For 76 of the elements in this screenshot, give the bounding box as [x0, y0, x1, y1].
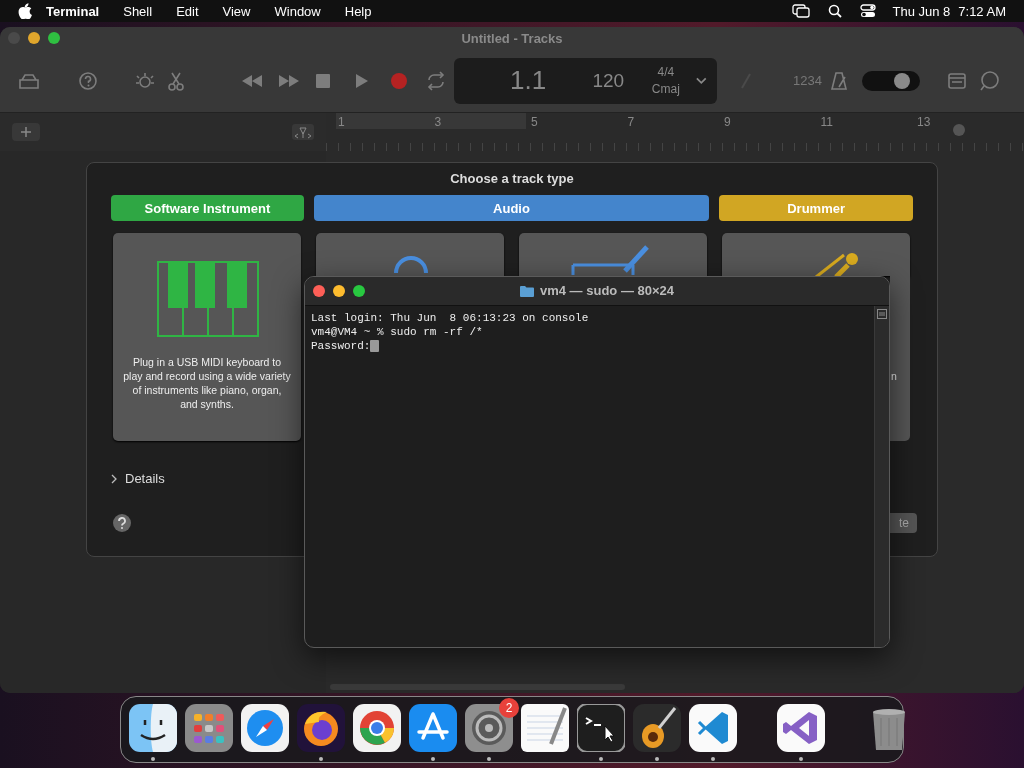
- terminal-line: vm4@VM4 ~ % sudo rm -rf /*: [311, 325, 483, 339]
- gear-icon[interactable]: [465, 704, 513, 752]
- text-cursor: [370, 340, 380, 352]
- details-disclosure[interactable]: Details: [125, 471, 165, 486]
- terminal-icon[interactable]: [577, 704, 625, 752]
- zoom-button[interactable]: [48, 32, 60, 44]
- bar-number: 9: [724, 115, 731, 129]
- browser-ring-icon[interactable]: [353, 704, 401, 752]
- fox-globe-icon[interactable]: [297, 704, 345, 752]
- zoom-slider-knob[interactable]: [953, 124, 965, 136]
- cycle-icon[interactable]: [426, 70, 446, 91]
- track-type-card[interactable]: [316, 233, 504, 276]
- tempo-readout: 120: [591, 69, 626, 92]
- card-description: Plug in a USB MIDI keyboard to play and record using a wide variety of instruments like piano, organ, and synths.: [123, 355, 291, 411]
- compass-icon[interactable]: [241, 704, 289, 752]
- chevron-down-icon[interactable]: [696, 75, 707, 86]
- card-description: n: [891, 370, 897, 382]
- app-menu[interactable]: Terminal: [32, 3, 112, 19]
- menu-item[interactable]: Help: [332, 3, 384, 19]
- terminal-line: Last login: Thu Jun 8 06:13:23 on console: [311, 311, 589, 325]
- key-readout: Cmaj: [651, 82, 680, 96]
- code-editor-icon[interactable]: [689, 704, 737, 752]
- notepad-icon[interactable]: [521, 704, 569, 752]
- menu-item[interactable]: Shell: [111, 3, 165, 19]
- time-signature: 4/4: [657, 65, 675, 79]
- track-type-card[interactable]: Plug in a USB MIDI keyboard to play and record using a wide variety of instruments like piano, organ, and synths.: [113, 233, 301, 441]
- menu-time[interactable]: 7:12 AM: [958, 3, 1006, 19]
- apple-icon[interactable]: [18, 3, 32, 19]
- finder-face-icon[interactable]: [129, 704, 177, 752]
- menu-item[interactable]: Window: [262, 3, 333, 19]
- ide-icon[interactable]: [777, 704, 825, 752]
- split-pane-icon[interactable]: [877, 309, 887, 319]
- bar-number: 1: [338, 115, 345, 129]
- search-icon[interactable]: [828, 4, 843, 18]
- terminal-line: Password:: [311, 339, 371, 353]
- drummer-icon: [814, 251, 860, 279]
- scissors-icon[interactable]: [168, 70, 184, 91]
- microphone-icon: [394, 256, 428, 275]
- menu-date[interactable]: Thu Jun 8: [892, 3, 951, 19]
- guitar-icon: [571, 244, 651, 277]
- plus-icon: [21, 127, 31, 137]
- close-button[interactable]: [313, 285, 325, 297]
- track-type-tab[interactable]: Audio: [313, 195, 710, 221]
- note-pad-icon[interactable]: [947, 70, 966, 91]
- bar-number: 13: [917, 115, 931, 129]
- question-icon: [117, 517, 127, 529]
- bar-number: 3: [434, 115, 442, 129]
- track-type-card[interactable]: [519, 233, 707, 276]
- guitar-icon[interactable]: [633, 704, 681, 752]
- window-title: vm4 — sudo — 80×24: [540, 283, 674, 298]
- minimize-button[interactable]: [28, 32, 40, 44]
- bar-number: 7: [627, 115, 635, 129]
- folder-icon: [520, 284, 534, 297]
- metronome-icon[interactable]: [829, 70, 848, 91]
- help-icon[interactable]: [78, 70, 98, 91]
- toggle-switch[interactable]: [861, 69, 920, 92]
- zoom-button[interactable]: [353, 285, 365, 297]
- bar-number: 11: [820, 115, 833, 129]
- position-readout: 1.1: [510, 65, 548, 96]
- track-type-card[interactable]: [722, 233, 910, 276]
- bar-number: 5: [531, 115, 538, 129]
- dialog-title: Choose a track type: [450, 171, 574, 187]
- piano-keyboard-icon: [157, 261, 259, 337]
- windows-icon[interactable]: [792, 4, 811, 18]
- minimize-button[interactable]: [333, 285, 345, 297]
- help-button[interactable]: [113, 514, 131, 532]
- app-grid-icon[interactable]: [185, 704, 233, 752]
- chevron-right-icon[interactable]: [111, 473, 117, 484]
- window-title: Untitled - Tracks: [461, 31, 563, 46]
- notification-badge: 2: [499, 698, 519, 718]
- menu-item[interactable]: Edit: [164, 3, 211, 19]
- add-track-button[interactable]: [12, 123, 40, 141]
- menu-item[interactable]: View: [210, 3, 263, 19]
- terminal-window[interactable]: vm4 — sudo — 80×24 Last login: Thu Jun 8 06:13:23 on console vm4@VM4 ~ % sudo rm -rf /* Password:: [304, 276, 890, 648]
- app-store-icon[interactable]: [409, 704, 457, 752]
- control-center-icon[interactable]: [860, 4, 877, 18]
